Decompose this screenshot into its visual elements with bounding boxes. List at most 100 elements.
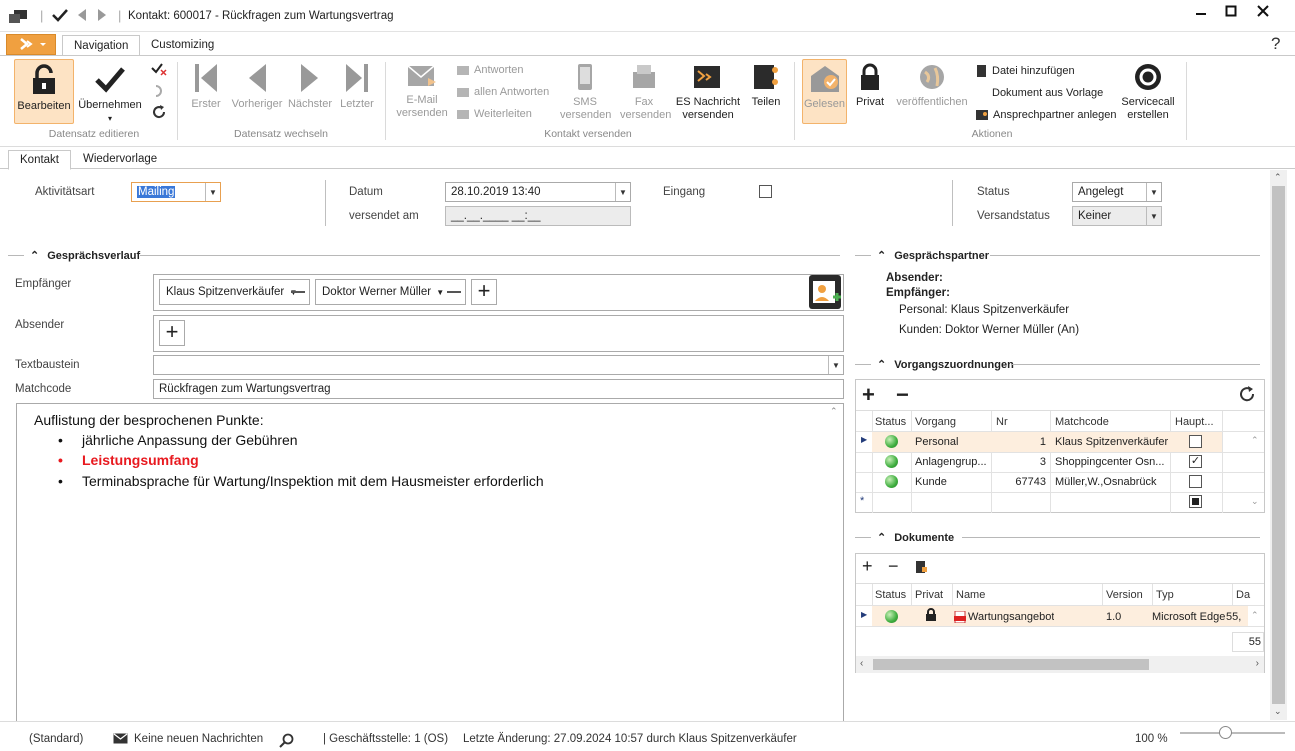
save-check-icon[interactable]: [150, 62, 168, 80]
check-icon[interactable]: [52, 8, 68, 25]
dropdown-arrow-icon[interactable]: ▼: [828, 356, 843, 374]
section-vorgangszuordnungen[interactable]: ⌃ Vorgangszuordnungen: [877, 358, 1014, 372]
forward-arrow-icon[interactable]: [97, 8, 107, 25]
scroll-left-icon[interactable]: ‹: [860, 658, 863, 669]
textbaustein-select[interactable]: ▼: [153, 355, 844, 375]
layout-status[interactable]: (Standard): [29, 733, 83, 745]
weiterleiten-button[interactable]: Weiterleiten: [456, 108, 532, 120]
refresh-icon[interactable]: [1238, 385, 1256, 406]
column-header[interactable]: Haupt...: [1175, 416, 1214, 428]
scroll-down-icon[interactable]: ⌄: [1274, 706, 1282, 717]
column-header[interactable]: Version: [1106, 589, 1143, 601]
contacts-icon[interactable]: [8, 8, 28, 27]
privat-button[interactable]: Privat: [851, 62, 889, 109]
column-header[interactable]: Status: [875, 416, 906, 428]
maximize-icon[interactable]: [1225, 4, 1237, 21]
bearbeiten-button[interactable]: Bearbeiten: [14, 59, 74, 124]
matchcode-field[interactable]: Rückfragen zum Wartungsvertrag: [153, 379, 844, 399]
column-header[interactable]: Typ: [1156, 589, 1174, 601]
tab-navigation[interactable]: Navigation: [62, 35, 141, 56]
document-icon[interactable]: [914, 560, 928, 577]
close-icon[interactable]: [1257, 4, 1269, 21]
tab-kontakt[interactable]: Kontakt: [8, 150, 71, 170]
datum-field[interactable]: 28.10.2019 13:40 ▼: [445, 182, 631, 202]
aktivitaetsart-select[interactable]: Mailing ▼: [131, 182, 221, 202]
scroll-up-icon[interactable]: ⌃: [1274, 172, 1282, 183]
undo-icon[interactable]: [150, 84, 168, 102]
remove-icon[interactable]: −: [888, 556, 899, 577]
editor-scrollbar[interactable]: ⌃: [826, 404, 843, 722]
add-contact-icon[interactable]: [809, 275, 841, 309]
add-icon[interactable]: +: [862, 382, 875, 408]
remove-icon[interactable]: [447, 291, 461, 293]
remove-icon[interactable]: −: [896, 382, 909, 408]
recipient-chip[interactable]: Doktor Werner Müller ▼: [315, 279, 466, 305]
remove-icon[interactable]: [291, 291, 305, 293]
section-gespraechspartner[interactable]: ⌃ Gesprächspartner: [877, 249, 989, 263]
rich-text-editor[interactable]: Auflistung der besprochenen Punkte: jähr…: [16, 403, 844, 723]
fax-versenden-button[interactable]: Fax versenden: [618, 62, 671, 122]
help-icon[interactable]: ?: [1271, 34, 1280, 54]
scroll-up-icon[interactable]: ⌃: [1251, 435, 1259, 446]
letzter-button[interactable]: Letzter: [337, 62, 377, 111]
zoom-slider[interactable]: [1180, 732, 1285, 734]
section-dokumente[interactable]: ⌃ Dokumente: [877, 531, 954, 545]
datei-hinzufuegen-button[interactable]: Datei hinzufügen: [975, 64, 1075, 78]
dropdown-arrow-icon[interactable]: ▼: [1146, 207, 1161, 225]
refresh-icon[interactable]: [150, 104, 168, 124]
dropdown-arrow-icon[interactable]: ▼: [436, 288, 444, 297]
messages-status[interactable]: Keine neuen Nachrichten: [134, 733, 263, 745]
main-scrollbar[interactable]: ⌃ ⌄: [1270, 170, 1287, 720]
column-header[interactable]: Nr: [996, 416, 1008, 428]
column-header[interactable]: Vorgang: [915, 416, 956, 428]
haupt-checkbox-indeterminate[interactable]: [1189, 495, 1202, 508]
eingang-checkbox[interactable]: [759, 185, 772, 198]
vorheriger-button[interactable]: Vorheriger: [229, 62, 285, 111]
column-header[interactable]: Matchcode: [1055, 416, 1109, 428]
recipient-chip[interactable]: Klaus Spitzenverkäufer ▼: [159, 279, 310, 305]
antworten-button[interactable]: Antworten: [456, 64, 524, 76]
add-recipient-button[interactable]: +: [471, 279, 497, 305]
scroll-right-icon[interactable]: ›: [1256, 658, 1259, 669]
status-select[interactable]: Angelegt ▼: [1072, 182, 1162, 202]
gelesen-button[interactable]: Gelesen: [802, 59, 847, 124]
dropdown-arrow-icon[interactable]: ▼: [615, 183, 630, 201]
allen-antworten-button[interactable]: allen Antworten: [456, 86, 549, 98]
column-header[interactable]: Name: [956, 589, 985, 601]
app-menu-button[interactable]: [6, 34, 56, 55]
scroll-down-icon[interactable]: ⌄: [1251, 496, 1259, 507]
back-arrow-icon[interactable]: [77, 8, 87, 25]
scroll-up-icon[interactable]: ⌃: [1251, 610, 1259, 621]
ansprechpartner-anlegen-button[interactable]: Ansprechpartner anlegen: [975, 108, 1117, 122]
email-versenden-button[interactable]: E-Mail versenden: [393, 62, 451, 120]
zoom-slider-thumb[interactable]: [1219, 726, 1232, 739]
tab-wiedervorlage[interactable]: Wiedervorlage: [72, 150, 168, 170]
servicecall-erstellen-button[interactable]: Servicecall erstellen: [1120, 62, 1176, 122]
tab-customizing[interactable]: Customizing: [140, 35, 225, 56]
column-header[interactable]: Privat: [915, 589, 943, 601]
dokument-aus-vorlage-button[interactable]: Dokument aus Vorlage: [975, 86, 1103, 100]
new-row-icon[interactable]: *: [860, 495, 864, 507]
sms-versenden-button[interactable]: SMS versenden: [558, 62, 612, 122]
search-icon[interactable]: [279, 733, 294, 751]
haupt-checkbox[interactable]: [1189, 475, 1202, 488]
uebernehmen-button[interactable]: Übernehmen ▾: [76, 59, 144, 124]
dropdown-arrow-icon[interactable]: ▼: [1146, 183, 1161, 201]
column-header[interactable]: Status: [875, 589, 906, 601]
column-header[interactable]: Da: [1236, 589, 1250, 601]
section-gespraechsverlauf[interactable]: ⌃ Gesprächsverlauf: [30, 249, 140, 263]
erster-button[interactable]: Erster: [186, 62, 226, 111]
veroeffentlichen-button[interactable]: veröffentlichen: [893, 62, 971, 109]
es-nachricht-button[interactable]: ES Nachricht versenden: [674, 62, 742, 122]
naechster-button[interactable]: Nächster: [286, 62, 334, 111]
teilen-button[interactable]: Teilen: [748, 62, 784, 109]
horizontal-scrollbar[interactable]: ‹ ›: [856, 656, 1264, 673]
scroll-up-icon[interactable]: ⌃: [830, 406, 838, 417]
dropdown-arrow-icon[interactable]: ▼: [205, 183, 220, 201]
add-icon[interactable]: +: [862, 556, 873, 577]
minimize-icon[interactable]: [1195, 4, 1207, 21]
haupt-checkbox[interactable]: [1189, 435, 1202, 448]
add-sender-button[interactable]: +: [159, 320, 185, 346]
versandstatus-select[interactable]: Keiner ▼: [1072, 206, 1162, 226]
haupt-checkbox-checked[interactable]: ✓: [1189, 455, 1202, 468]
